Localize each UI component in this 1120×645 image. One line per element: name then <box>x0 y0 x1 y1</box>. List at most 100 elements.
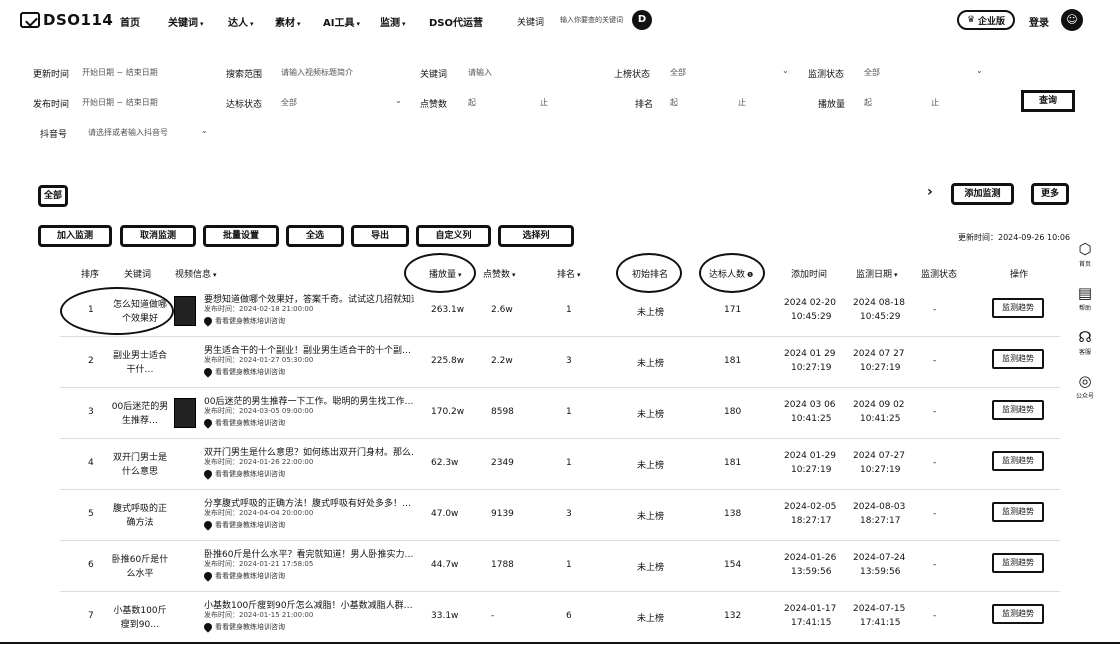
video-author[interactable]: 看看健身教练培训咨询 <box>202 621 285 633</box>
nav-item-materials[interactable]: 素材 ▾ <box>275 14 301 29</box>
row-added-date: 2024 03 06 <box>784 400 836 410</box>
rail-item-help[interactable]: ▤ 帮助 <box>1073 284 1097 312</box>
batch-settings-button[interactable]: 批量设置 <box>203 225 279 247</box>
monitor-trend-button[interactable]: 监测趋势 <box>992 400 1044 420</box>
rank-label: 排名 <box>635 100 654 110</box>
select-all-button[interactable]: 全选 <box>286 225 344 247</box>
rail-item-support[interactable]: ☊ 客服 <box>1073 328 1097 356</box>
hexagon-icon: ⬡ <box>1078 240 1092 258</box>
row-keyword[interactable]: 副业男士适合干什… <box>110 349 170 377</box>
chevron-down-icon: ▾ <box>297 20 301 28</box>
row-plays: 225.8w <box>431 356 465 366</box>
video-author[interactable]: 看看健身教练培训咨询 <box>202 417 285 429</box>
video-author[interactable]: 看看健身教练培训咨询 <box>202 315 285 327</box>
target-status-select[interactable]: 全部 <box>281 97 297 108</box>
location-pin-icon <box>202 417 214 429</box>
plays-from-input[interactable]: 起 <box>864 97 872 108</box>
col-header-likes[interactable]: 点赞数 ▾ <box>483 267 516 280</box>
keyword-filter-input[interactable]: 请输入 <box>468 67 492 78</box>
monitor-trend-button[interactable]: 监测趋势 <box>992 451 1044 471</box>
monitor-trend-button[interactable]: 监测趋势 <box>992 604 1044 624</box>
enterprise-button[interactable]: ♛ 企业版 <box>957 10 1015 30</box>
choose-columns-button[interactable]: 选择列 <box>498 225 574 247</box>
row-monitor-time: 10:41:25 <box>860 414 901 424</box>
monitor-trend-button[interactable]: 监测趋势 <box>992 349 1044 369</box>
row-initial-rank: 未上榜 <box>637 308 665 318</box>
publish-time-range[interactable]: 开始日期 ~ 结束日期 <box>82 97 158 108</box>
nav-item-keywords[interactable]: 关键词 ▾ <box>168 14 204 29</box>
video-publish-date: 发布时间：2024-01-26 22:00:00 <box>204 458 314 466</box>
video-publish-date: 发布时间：2024-03-05 09:00:00 <box>204 407 314 415</box>
app-badge-icon[interactable]: D <box>632 10 652 30</box>
update-time-range[interactable]: 开始日期 ~ 结束日期 <box>82 67 158 78</box>
export-button[interactable]: 导出 <box>351 225 409 247</box>
add-monitor-batch-button[interactable]: 加入监测 <box>38 225 112 247</box>
nav-item-monitor[interactable]: 监测 ▾ <box>380 14 406 29</box>
query-button[interactable]: 查询 <box>1021 90 1075 112</box>
logo-icon <box>20 12 40 28</box>
row-keyword[interactable]: 双开门男士是什么意思 <box>110 451 170 479</box>
login-link[interactable]: 登录 <box>1029 14 1049 29</box>
row-monitor-time: 18:27:17 <box>860 516 901 526</box>
row-added-time: 10:27:19 <box>791 363 832 373</box>
video-author[interactable]: 看看健身教练培训咨询 <box>202 570 285 582</box>
row-keyword[interactable]: 怎么知道做哪个效果好 <box>110 298 170 326</box>
video-publish-date: 发布时间：2024-01-27 05:30:00 <box>204 356 314 364</box>
likes-from-input[interactable]: 起 <box>468 97 476 108</box>
rank-from-input[interactable]: 起 <box>670 97 678 108</box>
avatar[interactable]: ☺ <box>1061 9 1083 31</box>
row-monitor-date: 2024 09 02 <box>853 400 905 410</box>
monitor-trend-button[interactable]: 监测趋势 <box>992 502 1044 522</box>
video-publish-date: 发布时间：2024-02-18 21:00:00 <box>204 305 314 313</box>
video-author[interactable]: 看看健身教练培训咨询 <box>202 366 285 378</box>
monitor-trend-button[interactable]: 监测趋势 <box>992 298 1044 318</box>
col-header-video-info[interactable]: 视频信息 ▾ <box>175 267 217 280</box>
chevron-right-icon[interactable]: › <box>927 184 933 200</box>
search-scope-label: 搜索范围 <box>226 70 263 80</box>
nav-item-ai-tools[interactable]: AI工具 ▾ <box>323 14 360 29</box>
row-keyword[interactable]: 腹式呼吸的正确方法 <box>110 502 170 530</box>
plays-to-input[interactable]: 止 <box>931 97 939 108</box>
video-publish-date: 发布时间：2024-04-04 20:00:00 <box>204 509 314 517</box>
row-added-time: 10:41:25 <box>791 414 832 424</box>
keyword-search-input[interactable]: 输入你要查的关键词 <box>560 15 623 25</box>
row-number: 1 <box>88 305 94 315</box>
row-keyword[interactable]: 卧推60斤是什么水平 <box>110 553 170 581</box>
rail-item-wechat[interactable]: ◎ 公众号 <box>1073 372 1097 400</box>
video-thumbnail[interactable] <box>174 296 196 326</box>
video-author[interactable]: 看看健身教练培训咨询 <box>202 468 285 480</box>
monitor-status-select[interactable]: 全部 <box>864 67 880 78</box>
row-initial-rank: 未上榜 <box>637 563 665 573</box>
rail-item-home[interactable]: ⬡ 首页 <box>1073 240 1097 268</box>
row-monitor-status: - <box>933 356 937 366</box>
more-button[interactable]: 更多 <box>1031 183 1069 205</box>
row-keyword[interactable]: 00后迷茫的男生推荐… <box>110 400 170 428</box>
rank-status-select[interactable]: 全部 <box>670 67 686 78</box>
likes-to-input[interactable]: 止 <box>540 97 548 108</box>
douyin-id-select[interactable]: 请选择或者输入抖音号 <box>88 127 168 138</box>
location-pin-icon <box>202 570 214 582</box>
add-monitor-button[interactable]: 添加监测 <box>951 183 1014 205</box>
logo[interactable]: DSO114 <box>20 11 113 29</box>
rank-to-input[interactable]: 止 <box>738 97 746 108</box>
col-header-monitor-date[interactable]: 监测日期 ▾ <box>856 267 898 280</box>
search-scope-input[interactable]: 请输入视频标题简介 <box>281 67 353 78</box>
nav-item-dso-agency[interactable]: DSO代运营 <box>429 14 483 29</box>
table-row: 3 00后迷茫的男生推荐… 00后迷茫的男生推荐一下工作。聪明的男生找工作… 发布时间… <box>60 388 1060 440</box>
row-rank: 1 <box>566 407 572 417</box>
nav-item-home[interactable]: 首页 <box>120 14 142 29</box>
wechat-icon: ◎ <box>1078 372 1092 390</box>
all-tab[interactable]: 全部 <box>38 185 68 207</box>
row-monitor-status: - <box>933 305 937 315</box>
cancel-monitor-button[interactable]: 取消监测 <box>120 225 196 247</box>
video-author[interactable]: 看看健身教练培训咨询 <box>202 519 285 531</box>
row-monitor-time: 10:27:19 <box>860 363 901 373</box>
nav-item-influencers[interactable]: 达人 ▾ <box>228 14 254 29</box>
row-keyword[interactable]: 小基数100斤瘦到90… <box>110 604 170 632</box>
custom-columns-button[interactable]: 自定义列 <box>416 225 491 247</box>
row-added-date: 2024 01 29 <box>784 349 836 359</box>
col-header-rank[interactable]: 排名 ▾ <box>557 267 581 280</box>
monitor-trend-button[interactable]: 监测趋势 <box>992 553 1044 573</box>
video-thumbnail[interactable] <box>174 398 196 428</box>
row-monitor-status: - <box>933 611 937 621</box>
